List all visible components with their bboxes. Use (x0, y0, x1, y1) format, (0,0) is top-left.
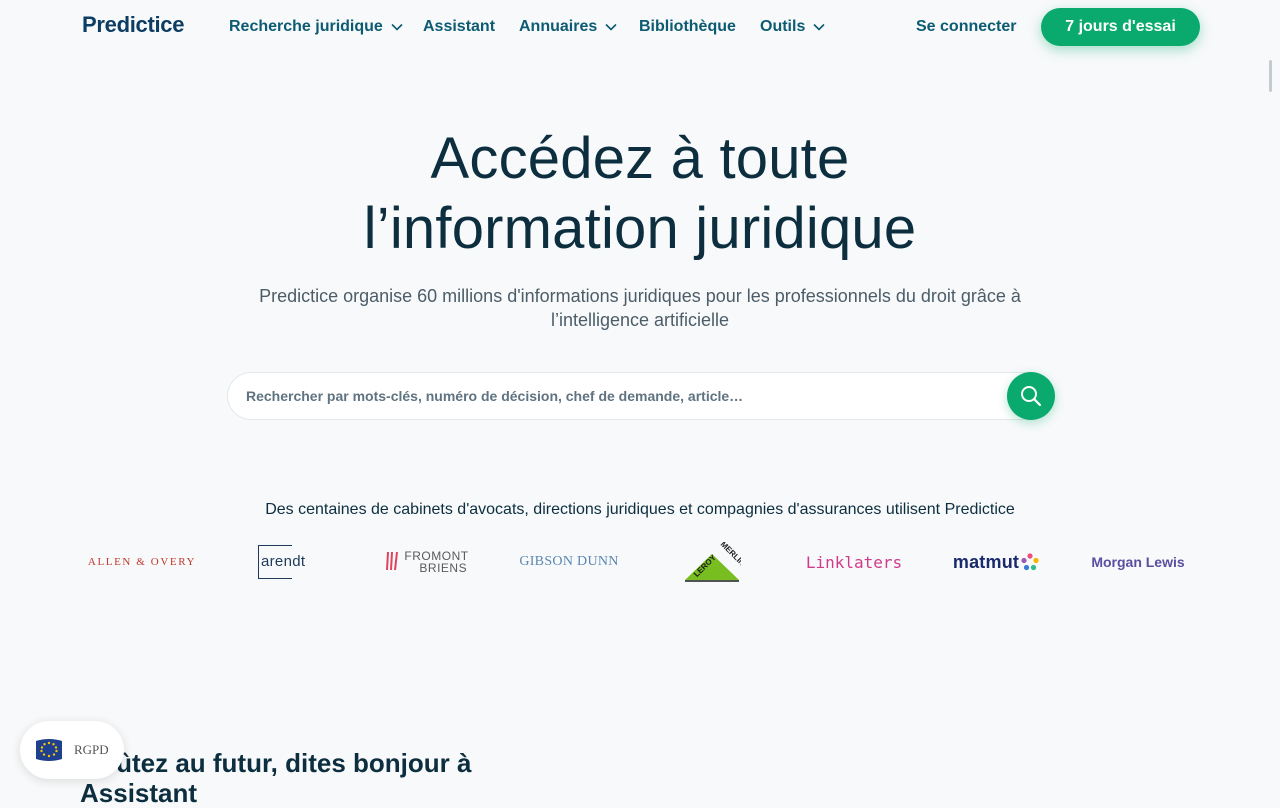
client-logo-fromont-briens: FROMONT BRIENS (380, 540, 474, 584)
leroy-merlin-logo-icon: LEROY MERLIN (685, 542, 741, 582)
search-icon (1021, 386, 1042, 407)
hero-title: Accédez à toute l’information juridique (0, 124, 1280, 264)
search-button[interactable] (1007, 372, 1055, 420)
top-navigation: Predictice Recherche juridique Assistant… (0, 0, 1280, 56)
client-logo-morgan-lewis: Morgan Lewis (1091, 554, 1185, 570)
nav-item-label: Recherche juridique (229, 18, 383, 35)
fromont-briens-mark-icon (386, 551, 399, 571)
eu-flag-icon (36, 739, 62, 761)
hero-subtitle: Predictice organise 60 millions d'inform… (259, 286, 1021, 330)
nav-item-label: Assistant (423, 18, 496, 35)
client-logo-leroy-merlin: LEROY MERLIN (682, 540, 742, 584)
client-logo-arendt: arendt (252, 540, 320, 584)
clients-caption: Des centaines de cabinets d'avocats, dir… (265, 501, 1015, 518)
nav-item-assistant[interactable]: Assistant (423, 18, 495, 36)
chevron-down-icon (813, 23, 825, 31)
nav-item-label: Bibliothèque (639, 18, 736, 35)
rgpd-badge[interactable]: RGPD (20, 721, 124, 779)
scrollbar-thumb[interactable] (1269, 60, 1272, 92)
login-link[interactable]: Se connecter (916, 18, 1016, 36)
nav-item-label: Outils (760, 18, 806, 35)
nav-item-outils[interactable]: Outils (760, 18, 825, 36)
nav-item-bibliotheque[interactable]: Bibliothèque (639, 18, 736, 36)
trial-button[interactable]: 7 jours d'essai (1041, 8, 1200, 46)
client-logo-allen-overy: ALLEN & OVERY (87, 556, 197, 568)
nav-item-annuaires[interactable]: Annuaires (519, 18, 617, 36)
rgpd-label: RGPD (74, 742, 109, 757)
chevron-down-icon (605, 23, 617, 31)
chevron-down-icon (391, 23, 403, 31)
nav-item-label: Annuaires (519, 18, 598, 35)
search-bar (227, 372, 1055, 420)
predictice-logo[interactable]: Predictice (82, 12, 184, 38)
search-input[interactable] (244, 373, 1004, 419)
section-title: Goûtez au futur, dites bonjour à Assista… (80, 748, 472, 808)
hero-title-line1: Accédez à toute (430, 126, 850, 191)
nav-item-recherche-juridique[interactable]: Recherche juridique (229, 18, 403, 36)
client-logo-gibson-dunn: GIBSON DUNN (519, 554, 619, 569)
hero-title-line2: l’information juridique (363, 196, 917, 261)
client-logo-linklaters: Linklaters (805, 552, 903, 572)
matmut-star-icon (1021, 553, 1039, 571)
client-logo-matmut: matmut (946, 540, 1046, 584)
